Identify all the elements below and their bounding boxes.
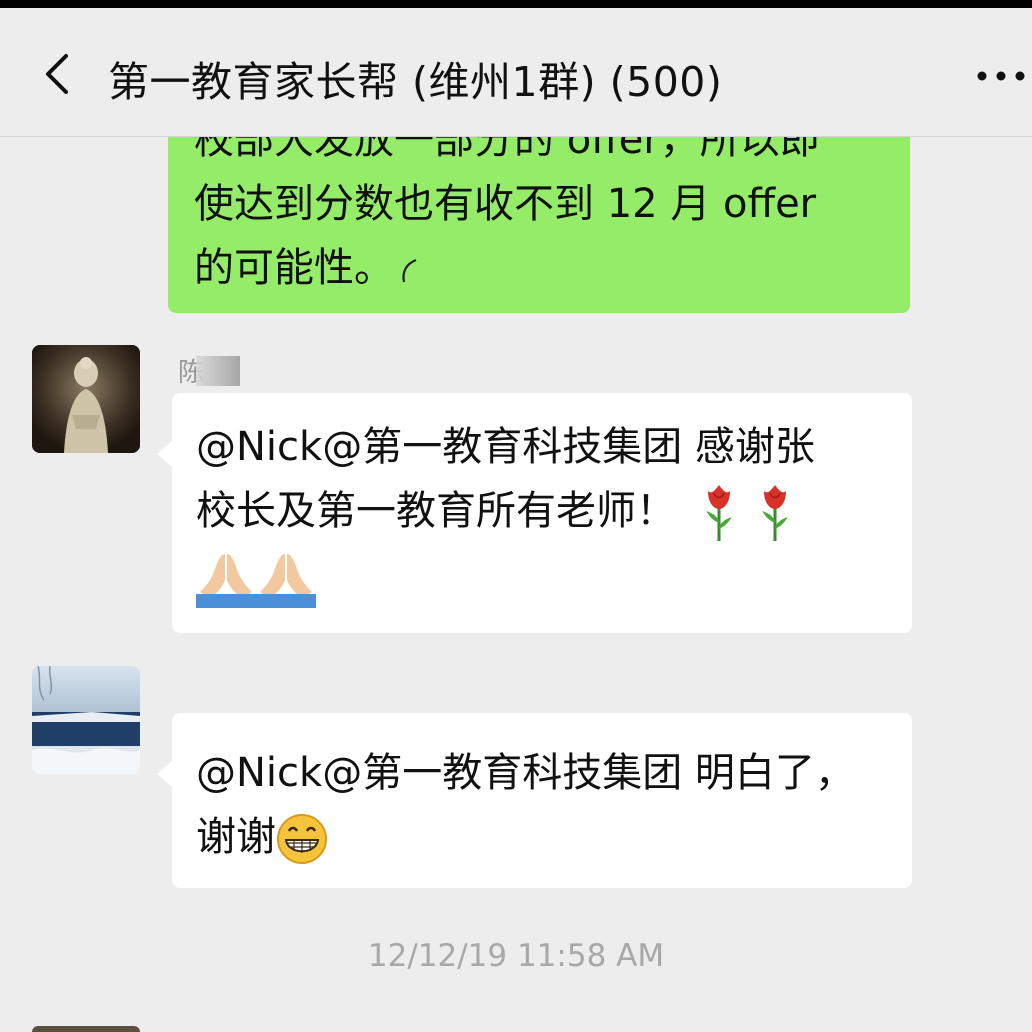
message-list[interactable]: 校部大发放一部分的 offer，所以即 使达到分数也有收不到 12 月 offe… — [0, 0, 1032, 1032]
rose-icon — [706, 485, 732, 541]
grin-icon — [277, 814, 327, 864]
more-button[interactable] — [972, 64, 1030, 88]
message-line: 使达到分数也有收不到 12 月 offer — [194, 181, 817, 227]
message-timestamp: 12/12/19 11:58 AM — [367, 938, 665, 974]
message-line — [196, 545, 888, 609]
chat-title: 第一教育家长帮 (维州1群) (500) — [108, 58, 723, 106]
redacted-name-blur — [196, 356, 240, 386]
folded-hands-icon — [256, 554, 316, 608]
rose-icon — [762, 485, 788, 541]
bubble-tail — [157, 440, 173, 468]
folded-hands-icon — [196, 554, 256, 608]
bubble-tail — [157, 760, 173, 788]
message-line: 校长及第一教育所有老师！ — [196, 479, 888, 543]
message-line: 的可能性。 — [194, 236, 884, 300]
chat-header: 第一教育家长帮 (维州1群) (500) — [0, 8, 1032, 137]
chevron-left-icon — [46, 54, 68, 94]
avatar-partial[interactable] — [32, 1026, 140, 1032]
back-button[interactable] — [30, 42, 86, 106]
message-bubble-other[interactable]: @Nick@第一教育科技集团 感谢张 校长及第一教育所有老师！ — [172, 393, 912, 633]
avatar[interactable] — [32, 345, 140, 453]
loading-spinner-icon — [402, 258, 417, 283]
more-dots-icon — [977, 71, 1025, 81]
status-strip — [0, 0, 1032, 8]
chat-screen: 校部大发放一部分的 offer，所以即 使达到分数也有收不到 12 月 offe… — [0, 0, 1032, 1032]
message-line: @Nick@第一教育科技集团 明白了， — [196, 750, 855, 796]
message-line: @Nick@第一教育科技集团 感谢张 — [196, 424, 815, 470]
message-line: 谢谢 — [196, 805, 888, 869]
message-bubble-other[interactable]: @Nick@第一教育科技集团 明白了， 谢谢 — [172, 713, 912, 888]
avatar[interactable] — [32, 666, 140, 774]
